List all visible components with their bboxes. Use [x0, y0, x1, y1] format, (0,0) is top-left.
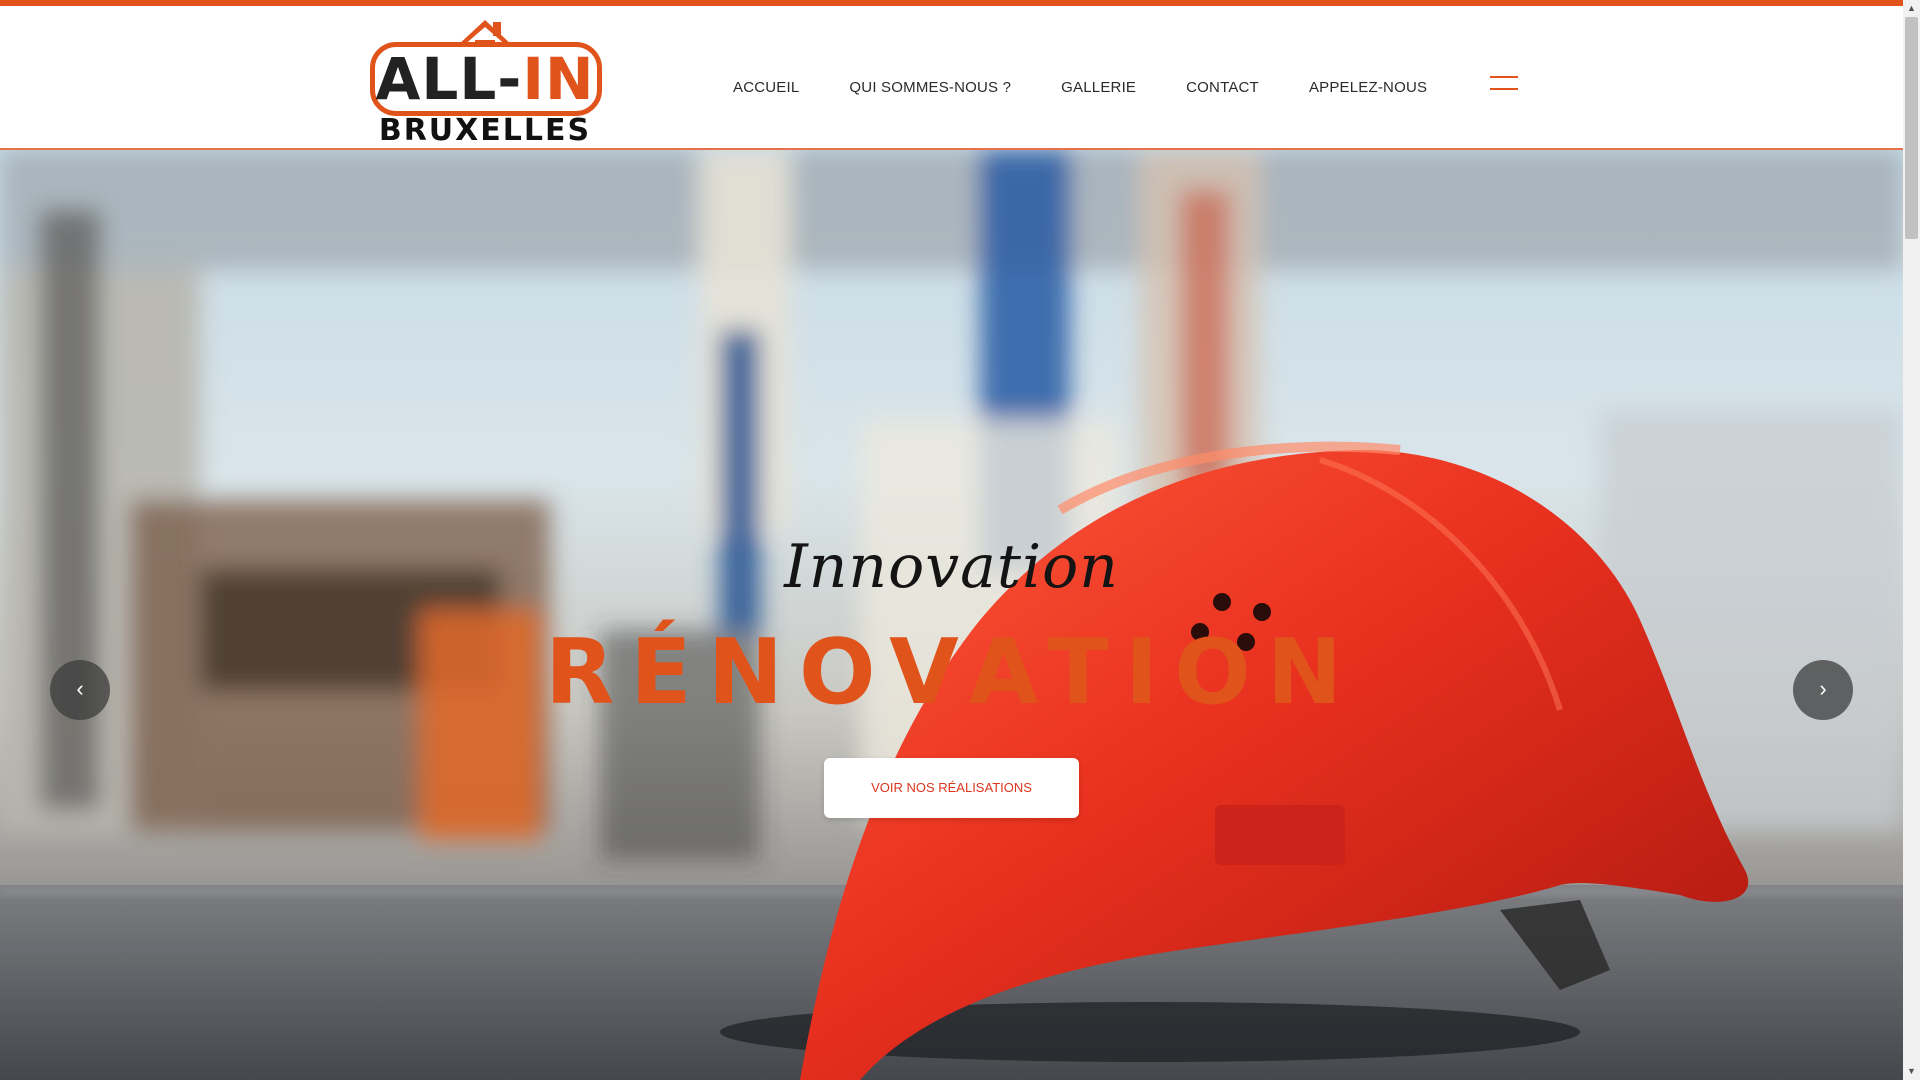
scrollbar-thumb[interactable] [1905, 17, 1918, 239]
site-header: ALL-IN BRUXELLES ACCUEIL QUI SOMMES-NOUS… [0, 6, 1903, 150]
page-scrollbar[interactable]: ▲ ▼ [1903, 0, 1920, 1080]
logo-wordmark: ALL-IN [369, 42, 601, 116]
nav-item-gallerie[interactable]: GALLERIE [1061, 79, 1136, 96]
nav-item-accueil[interactable]: ACCUEIL [733, 79, 799, 96]
logo-subtitle: BRUXELLES [378, 113, 592, 148]
slider-next-button[interactable]: › [1793, 660, 1853, 720]
nav-item-appelez-nous[interactable]: APPELEZ-NOUS [1309, 79, 1427, 96]
chevron-right-icon: › [1819, 676, 1827, 701]
logo-wordmark-part1: ALL- [375, 45, 523, 113]
hero-script-heading: Innovation [784, 532, 1119, 602]
nav-item-qui-sommes-nous[interactable]: QUI SOMMES-NOUS ? [849, 79, 1011, 96]
view-projects-button[interactable]: VOIR NOS RÉALISATIONS [824, 758, 1079, 818]
hamburger-icon[interactable] [1490, 76, 1518, 96]
main-navigation: ACCUEIL QUI SOMMES-NOUS ? GALLERIE CONTA… [733, 72, 1427, 102]
page-content: ALL-IN BRUXELLES ACCUEIL QUI SOMMES-NOUS… [0, 0, 1903, 1080]
scroll-up-icon[interactable]: ▲ [1903, 0, 1920, 17]
hero-slider: Innovation RÉNOVATION VOIR NOS RÉALISATI… [0, 150, 1903, 1080]
hero-background-image [0, 150, 1903, 1080]
scroll-down-icon[interactable]: ▼ [1903, 1063, 1920, 1080]
nav-item-contact[interactable]: CONTACT [1186, 79, 1259, 96]
hero-title: RÉNOVATION [544, 620, 1359, 725]
page: ALL-IN BRUXELLES ACCUEIL QUI SOMMES-NOUS… [0, 0, 1920, 1080]
slider-prev-button[interactable]: ‹ [50, 660, 110, 720]
logo-wordmark-part2: IN [522, 45, 595, 113]
chevron-left-icon: ‹ [76, 676, 84, 701]
site-logo[interactable]: ALL-IN BRUXELLES [369, 16, 602, 148]
